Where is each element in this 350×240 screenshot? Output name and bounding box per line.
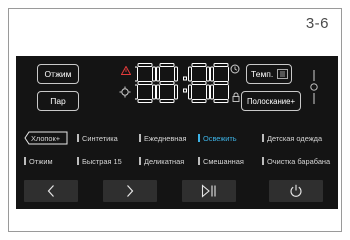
program-cotton-plus[interactable]: Хлопок+ [24, 131, 68, 145]
display-segment [206, 66, 210, 82]
program-row-2: Отжим Быстрая 15 Деликатная Смешанная Оч… [24, 154, 336, 168]
display-segment [228, 66, 229, 82]
warning-icon [121, 66, 131, 75]
program-daily[interactable]: Ежедневная [139, 131, 186, 145]
play-pause-icon [201, 184, 216, 198]
program-marker [77, 157, 79, 165]
display-segment [137, 81, 153, 85]
program-drum-clean[interactable]: Очистка барабана [262, 154, 330, 168]
power-button[interactable] [269, 180, 323, 202]
program-label: Синтетика [82, 133, 118, 143]
level-indicator-icon [310, 70, 318, 104]
door-lock-icon [232, 92, 240, 102]
temperature-indicator-icon [119, 86, 131, 98]
program-marker [139, 134, 141, 142]
program-label: Ежедневная [144, 133, 187, 143]
program-refresh[interactable]: Освежить [198, 131, 237, 145]
start-pause-button[interactable] [182, 180, 236, 202]
steam-button[interactable]: Пар [37, 91, 79, 111]
display-segment [174, 66, 178, 82]
display-segment [159, 81, 175, 85]
display-segment [191, 81, 207, 85]
display-segment [210, 84, 214, 100]
program-row-1: Хлопок+ Синтетика Ежедневная Освежить Де… [24, 131, 336, 145]
rinse-plus-button[interactable]: Полоскание+ [241, 91, 301, 111]
display-segment [228, 84, 229, 100]
program-marker [77, 134, 79, 142]
program-label: Освежить [203, 133, 237, 143]
display-segment [174, 84, 178, 100]
display-segment [213, 99, 229, 103]
thermometer-icon [277, 69, 288, 79]
page-number: 3-6 [305, 15, 329, 32]
program-quick-15[interactable]: Быстрая 15 [77, 154, 122, 168]
delay-timer-icon [230, 64, 240, 74]
display-segment [152, 84, 156, 100]
display-segment [210, 66, 214, 82]
display-segment [188, 66, 192, 82]
display-segment [156, 66, 160, 82]
display-segment [135, 66, 138, 82]
display-segment [156, 84, 160, 100]
display-segment [213, 81, 229, 85]
display-segment [137, 99, 153, 103]
display-colon-dot [183, 76, 187, 81]
display-segment [159, 63, 175, 67]
display-segment [188, 84, 192, 100]
display-segment [152, 66, 156, 82]
rinse-plus-button-label: Полоскание+ [246, 96, 296, 106]
program-label: Хлопок+ [31, 133, 61, 143]
program-spin[interactable]: Отжим [24, 154, 53, 168]
spin-button[interactable]: Отжим [37, 64, 79, 84]
program-mixed[interactable]: Смешанная [198, 154, 244, 168]
display-segment [213, 63, 229, 67]
display-segment [159, 99, 175, 103]
program-label: Деликатная [144, 156, 185, 166]
program-label: Быстрая 15 [82, 156, 122, 166]
program-marker [262, 134, 264, 142]
program-kids-wear[interactable]: Детская одежда [262, 131, 322, 145]
program-marker [139, 157, 141, 165]
display-segment [137, 63, 153, 67]
program-marker [198, 157, 200, 165]
program-synthetics[interactable]: Синтетика [77, 131, 118, 145]
previous-icon [47, 185, 54, 197]
display-segment [206, 84, 210, 100]
program-label: Детская одежда [267, 133, 323, 143]
next-button[interactable] [103, 180, 157, 202]
display-segment [135, 84, 138, 100]
program-marker [24, 157, 26, 165]
display-colon-dot [183, 88, 187, 93]
spin-button-label: Отжим [44, 69, 72, 79]
power-icon [290, 184, 302, 197]
program-delicate[interactable]: Деликатная [139, 154, 184, 168]
program-marker [262, 157, 264, 165]
display-segment [191, 63, 207, 67]
program-label: Очистка барабана [267, 156, 331, 166]
steam-button-label: Пар [50, 96, 66, 106]
display-segment [191, 99, 207, 103]
previous-button[interactable] [24, 180, 78, 202]
program-marker [198, 134, 200, 142]
control-panel: Отжим Пар Темп. Полоскание+ Хлопок+ Синт… [16, 56, 338, 209]
next-icon [127, 185, 134, 197]
program-label: Смешанная [203, 156, 244, 166]
temperature-button[interactable]: Темп. [246, 64, 292, 84]
program-label: Отжим [29, 156, 53, 166]
time-display [135, 63, 229, 103]
temperature-button-label: Темп. [251, 69, 274, 79]
